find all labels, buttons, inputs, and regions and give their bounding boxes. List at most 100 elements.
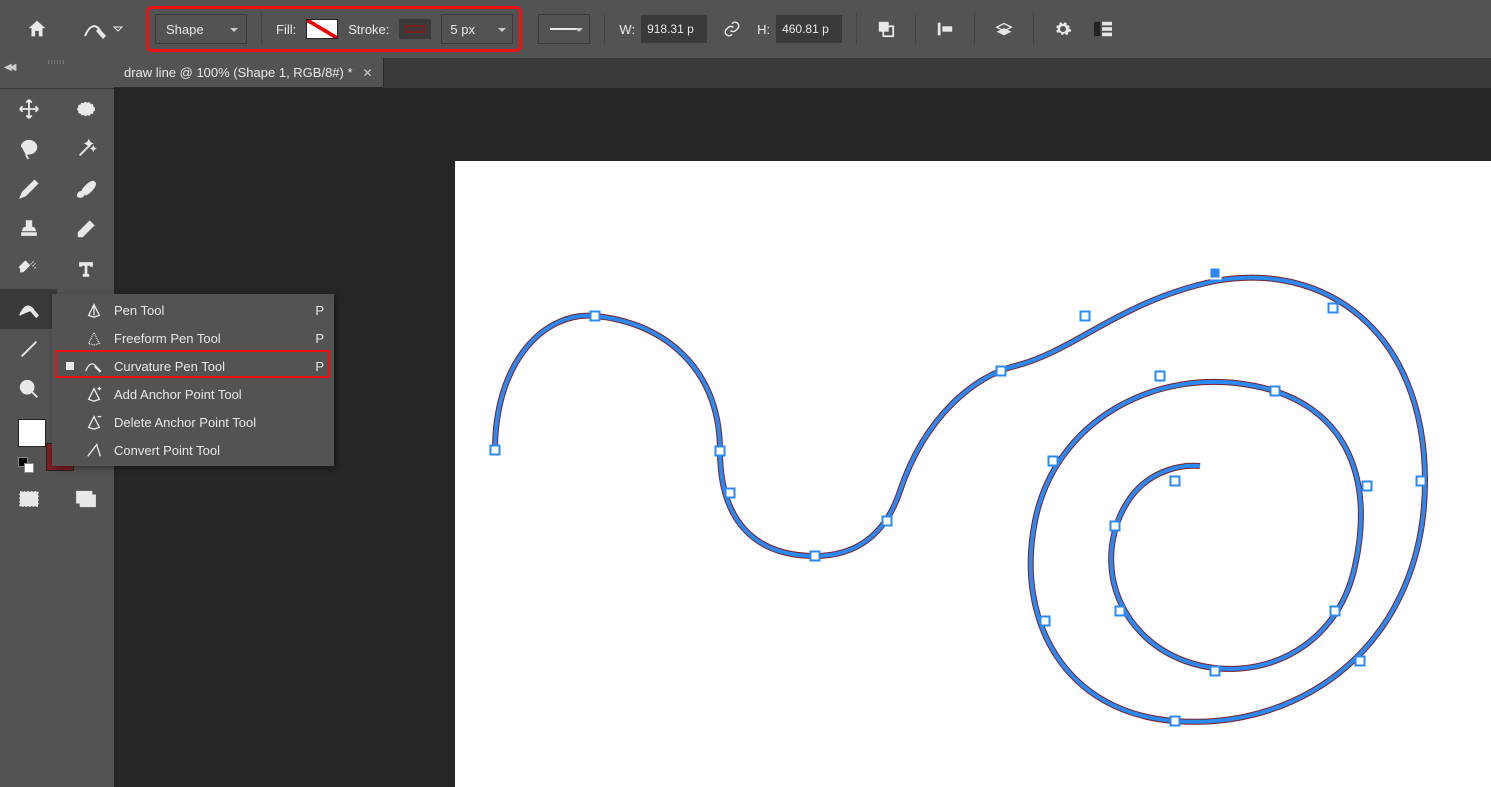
lasso-tool[interactable] bbox=[0, 129, 57, 169]
chevron-down-icon bbox=[112, 23, 124, 35]
anchor-point[interactable] bbox=[1048, 456, 1059, 467]
magic-wand-tool[interactable] bbox=[57, 129, 114, 169]
flyout-item-label: Delete Anchor Point Tool bbox=[114, 415, 314, 430]
settings-gear-button[interactable] bbox=[1048, 14, 1078, 44]
anchor-point[interactable] bbox=[1080, 311, 1091, 322]
chevron-down-icon bbox=[228, 24, 240, 36]
gear-icon bbox=[1054, 20, 1072, 38]
anchor-point[interactable] bbox=[590, 311, 601, 322]
anchor-point-selected[interactable] bbox=[1209, 267, 1222, 280]
anchor-point[interactable] bbox=[1330, 606, 1341, 617]
home-icon bbox=[26, 18, 48, 40]
anchor-point[interactable] bbox=[1416, 476, 1427, 487]
anchor-point[interactable] bbox=[490, 445, 501, 456]
highlighted-options-group: Shape Fill: Stroke: 5 px bbox=[146, 6, 522, 52]
marquee-tool[interactable] bbox=[57, 89, 114, 129]
document-tab-title: draw line @ 100% (Shape 1, RGB/8#) * bbox=[124, 65, 353, 80]
convert-point-icon bbox=[84, 440, 104, 460]
flyout-item-label: Freeform Pen Tool bbox=[114, 331, 305, 346]
arrange-icon bbox=[994, 19, 1014, 39]
brush-tool[interactable] bbox=[57, 169, 114, 209]
stroke-width-dropdown[interactable]: 5 px bbox=[441, 14, 513, 44]
anchor-point[interactable] bbox=[1040, 616, 1051, 627]
anchor-point[interactable] bbox=[810, 551, 821, 562]
document-tabs: draw line @ 100% (Shape 1, RGB/8#) * ✕ bbox=[114, 58, 1491, 88]
anchor-point[interactable] bbox=[1270, 386, 1281, 397]
home-button[interactable] bbox=[22, 14, 52, 44]
anchor-point[interactable] bbox=[1210, 666, 1221, 677]
anchor-point[interactable] bbox=[882, 516, 893, 527]
width-input[interactable] bbox=[641, 15, 707, 43]
anchor-point[interactable] bbox=[1155, 371, 1166, 382]
fill-swatch[interactable] bbox=[306, 19, 338, 39]
options-bar: Shape Fill: Stroke: 5 px W: H: bbox=[0, 0, 1491, 58]
height-input[interactable] bbox=[776, 15, 842, 43]
healing-tool[interactable] bbox=[0, 249, 57, 289]
stroke-width-value: 5 px bbox=[450, 22, 475, 37]
path-arrange-button[interactable] bbox=[989, 14, 1019, 44]
anchor-point[interactable] bbox=[715, 446, 726, 457]
screenmode-tool[interactable] bbox=[57, 479, 114, 519]
width-label: W: bbox=[619, 22, 635, 37]
stroke-swatch[interactable] bbox=[399, 19, 431, 39]
align-icon bbox=[936, 20, 954, 38]
path-operations-button[interactable] bbox=[871, 14, 901, 44]
stroke-style-dropdown[interactable] bbox=[538, 14, 590, 44]
flyout-item-shortcut: P bbox=[315, 359, 324, 374]
tool-mode-dropdown[interactable]: Shape bbox=[155, 14, 247, 44]
tool-mode-label: Shape bbox=[166, 22, 204, 37]
canvas[interactable] bbox=[455, 161, 1491, 787]
anchor-point[interactable] bbox=[1355, 656, 1366, 667]
panel-grip[interactable] bbox=[0, 58, 114, 68]
height-field-group: H: bbox=[757, 15, 842, 43]
anchor-point[interactable] bbox=[1170, 476, 1181, 487]
flyout-item-delete-anchor[interactable]: Delete Anchor Point Tool bbox=[52, 408, 334, 436]
fill-label: Fill: bbox=[276, 22, 296, 37]
link-icon bbox=[723, 20, 741, 38]
collapse-panel-icon[interactable]: ◀◀ bbox=[4, 62, 13, 73]
line-tool[interactable] bbox=[0, 329, 57, 369]
flyout-item-add-anchor[interactable]: Add Anchor Point Tool bbox=[52, 380, 334, 408]
height-label: H: bbox=[757, 22, 770, 37]
flyout-item-pen[interactable]: Pen Tool P bbox=[52, 296, 334, 324]
flyout-item-label: Convert Point Tool bbox=[114, 443, 314, 458]
delete-anchor-icon bbox=[84, 412, 104, 432]
anchor-point[interactable] bbox=[1110, 521, 1121, 532]
flyout-item-curvature-pen[interactable]: Curvature Pen Tool P bbox=[52, 352, 334, 380]
anchor-point[interactable] bbox=[996, 366, 1007, 377]
type-tool[interactable] bbox=[57, 249, 114, 289]
move-tool[interactable] bbox=[0, 89, 57, 129]
extra-options-button[interactable] bbox=[1088, 14, 1118, 44]
flyout-item-convert-point[interactable]: Convert Point Tool bbox=[52, 436, 334, 464]
drawn-path[interactable] bbox=[455, 161, 1491, 787]
anchor-point[interactable] bbox=[1328, 303, 1339, 314]
flyout-item-shortcut: P bbox=[315, 331, 324, 346]
zoom-tool[interactable] bbox=[0, 369, 57, 409]
document-tab[interactable]: draw line @ 100% (Shape 1, RGB/8#) * ✕ bbox=[114, 58, 384, 88]
close-icon[interactable]: ✕ bbox=[363, 66, 373, 80]
eraser-tool[interactable] bbox=[57, 209, 114, 249]
path-align-button[interactable] bbox=[930, 14, 960, 44]
anchor-point[interactable] bbox=[725, 488, 736, 499]
curvature-pen-icon bbox=[84, 356, 104, 376]
flyout-item-label: Curvature Pen Tool bbox=[114, 359, 305, 374]
flyout-item-freeform-pen[interactable]: Freeform Pen Tool P bbox=[52, 324, 334, 352]
link-dimensions-button[interactable] bbox=[717, 14, 747, 44]
pen-tool[interactable] bbox=[0, 289, 57, 329]
foreground-swatch[interactable] bbox=[18, 419, 46, 447]
anchor-point[interactable] bbox=[1362, 481, 1373, 492]
pen-tool-flyout: Pen Tool P Freeform Pen Tool P Curvature… bbox=[52, 294, 334, 466]
current-tool-indicator[interactable] bbox=[82, 18, 124, 40]
quickmask-tool[interactable] bbox=[0, 479, 57, 519]
anchor-point[interactable] bbox=[1170, 716, 1181, 727]
pen-icon bbox=[84, 300, 104, 320]
chevron-down-icon bbox=[573, 24, 585, 36]
stamp-tool[interactable] bbox=[0, 209, 57, 249]
path-op-icon bbox=[877, 20, 895, 38]
anchor-point[interactable] bbox=[1115, 606, 1126, 617]
add-anchor-icon bbox=[84, 384, 104, 404]
eyedropper-tool[interactable] bbox=[0, 169, 57, 209]
flyout-item-label: Pen Tool bbox=[114, 303, 305, 318]
flyout-item-label: Add Anchor Point Tool bbox=[114, 387, 314, 402]
selected-indicator bbox=[66, 362, 74, 370]
